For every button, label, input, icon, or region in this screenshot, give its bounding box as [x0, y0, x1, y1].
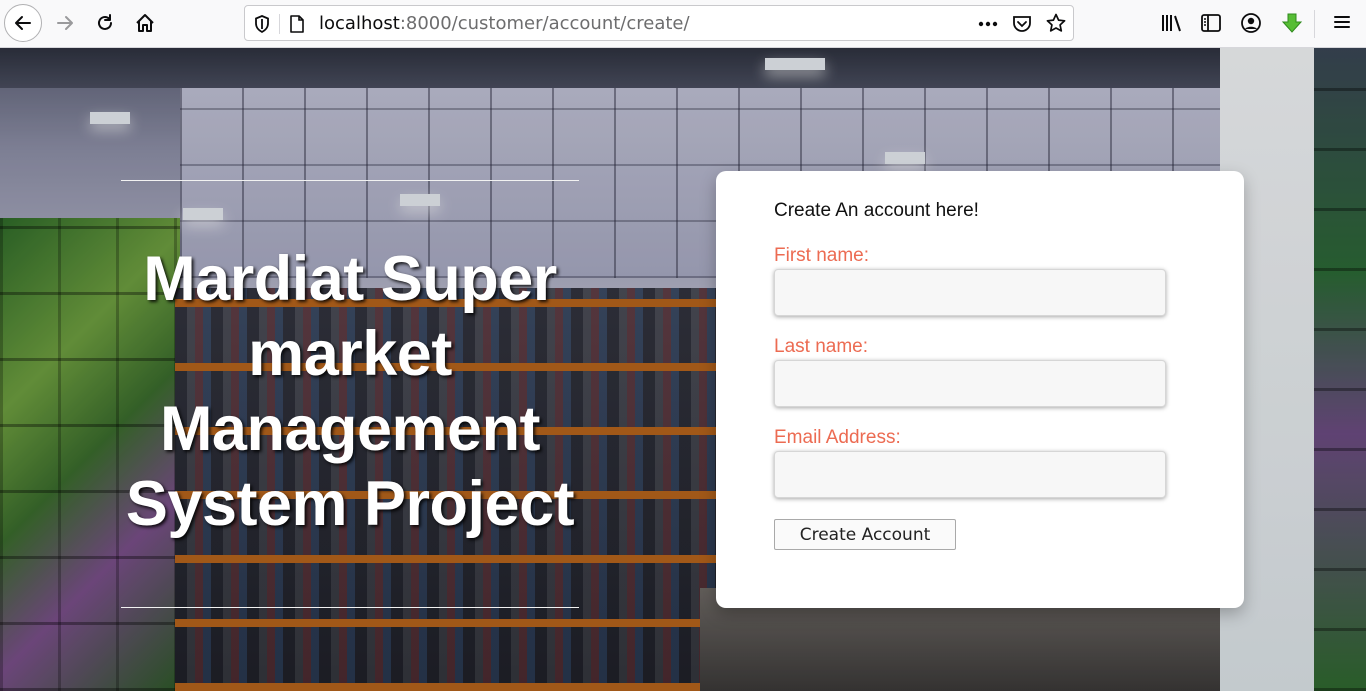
page-content: Mardiat Super market Management System P…	[0, 48, 1366, 691]
url-host: localhost	[319, 13, 400, 34]
create-account-form: Create An account here! First name: Last…	[716, 171, 1244, 608]
reload-button[interactable]	[86, 4, 124, 42]
library-icon[interactable]	[1160, 12, 1184, 34]
pocket-icon[interactable]	[1011, 13, 1033, 35]
shield-icon[interactable]	[253, 14, 271, 34]
hero-title: Mardiat Super market Management System P…	[110, 242, 590, 542]
page-actions-icon[interactable]	[977, 14, 999, 34]
toolbar-divider	[1314, 10, 1315, 38]
bookmark-star-icon[interactable]	[1045, 12, 1067, 34]
hero-title-line: Mardiat Super	[143, 244, 557, 314]
hero-title-line: market	[248, 319, 452, 389]
forward-button[interactable]	[46, 4, 84, 42]
first-name-label: First name:	[774, 245, 870, 266]
home-icon	[136, 14, 154, 32]
email-input[interactable]	[774, 451, 1166, 498]
create-account-button[interactable]: Create Account	[774, 519, 956, 550]
url-bar[interactable]: localhost:8000/customer/account/create/	[244, 5, 1074, 41]
last-name-label: Last name:	[774, 336, 868, 357]
email-label: Email Address:	[774, 427, 901, 448]
home-button[interactable]	[126, 4, 164, 42]
back-button[interactable]	[4, 4, 42, 42]
url-text[interactable]: localhost:8000/customer/account/create/	[319, 13, 690, 34]
url-path: :8000/customer/account/create/	[399, 13, 690, 34]
page-icon[interactable]	[289, 14, 305, 34]
hero-top-rule	[121, 180, 579, 181]
back-icon	[15, 16, 31, 30]
hero-title-line: System Project	[125, 469, 575, 539]
hero-bottom-rule	[121, 607, 579, 608]
browser-toolbar: localhost:8000/customer/account/create/	[0, 0, 1366, 48]
reload-icon	[98, 14, 112, 30]
menu-icon[interactable]	[1332, 12, 1352, 32]
form-heading: Create An account here!	[774, 200, 979, 221]
sidebar-icon[interactable]	[1200, 12, 1222, 34]
account-icon[interactable]	[1240, 12, 1262, 34]
hero-title-line: Management	[159, 394, 541, 464]
last-name-input[interactable]	[774, 360, 1166, 407]
first-name-input[interactable]	[774, 269, 1166, 316]
url-separator	[279, 14, 280, 34]
forward-icon	[57, 16, 73, 30]
download-icon[interactable]	[1280, 12, 1304, 34]
